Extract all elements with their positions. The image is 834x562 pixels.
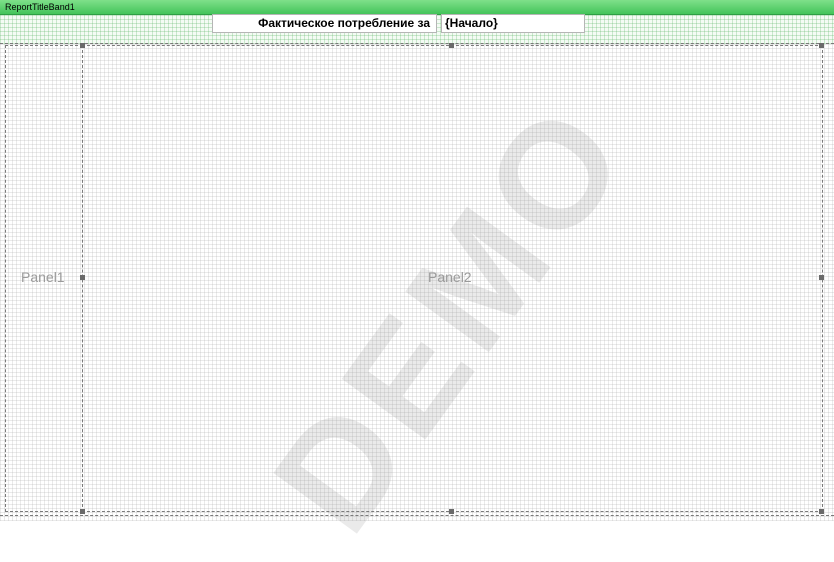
resize-handle[interactable] <box>80 509 85 514</box>
resize-handle[interactable] <box>449 509 454 514</box>
resize-handle[interactable] <box>80 275 85 280</box>
start-date-field[interactable]: {Начало} <box>441 14 585 33</box>
band-title: ReportTitleBand1 <box>5 2 75 12</box>
band-bottom-line <box>0 515 834 516</box>
resize-handle[interactable] <box>819 43 824 48</box>
panel1-label: Panel1 <box>21 269 65 285</box>
panel2-label: Panel2 <box>428 269 472 285</box>
title-text-field[interactable]: Фактическое потребление за <box>212 14 437 33</box>
resize-handle[interactable] <box>449 43 454 48</box>
resize-handle[interactable] <box>80 43 85 48</box>
resize-handle[interactable] <box>819 509 824 514</box>
resize-handle[interactable] <box>819 275 824 280</box>
band-header[interactable]: ReportTitleBand1 <box>0 0 834 15</box>
